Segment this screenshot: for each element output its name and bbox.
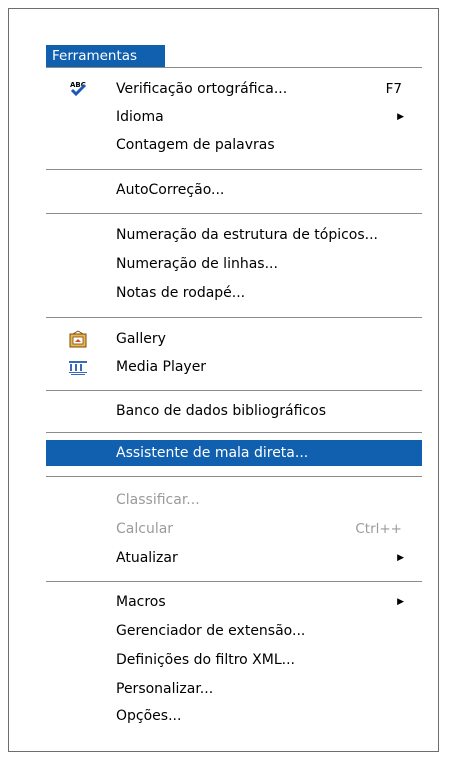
- dropdown-menu: ABC Verificação ortográfica... F7 Idioma…: [46, 67, 422, 724]
- menu-title-ferramentas[interactable]: Ferramentas: [46, 45, 165, 67]
- menu-item-label: Personalizar...: [116, 681, 214, 697]
- menu-separator: [46, 476, 422, 477]
- menu-item-bibliography-db[interactable]: Banco de dados bibliográficos: [46, 399, 422, 423]
- menu-separator: [46, 432, 422, 433]
- menu-separator: [46, 581, 422, 582]
- menu-item-label: Notas de rodapé...: [116, 285, 246, 301]
- menu-item-label: Macros: [116, 594, 166, 610]
- menu-item-label: Definições do filtro XML...: [116, 652, 295, 668]
- menu-item-macros[interactable]: Macros ▶: [46, 590, 422, 614]
- menu-item-label: Numeração da estrutura de tópicos...: [116, 227, 379, 243]
- menu-item-footnotes[interactable]: Notas de rodapé...: [46, 281, 422, 305]
- menu-item-label: Banco de dados bibliográficos: [116, 403, 326, 419]
- menu-item-update[interactable]: Atualizar ▶: [46, 546, 422, 570]
- menu-item-gallery[interactable]: Gallery: [46, 327, 422, 351]
- media-player-icon: [68, 358, 88, 376]
- menu-separator: [46, 169, 422, 170]
- menu-item-label: AutoCorreção...: [116, 182, 225, 198]
- menu-item-label: Verificação ortográfica...: [116, 81, 288, 97]
- menu-item-label: Gallery: [116, 331, 166, 347]
- menu-item-calculate[interactable]: Calcular Ctrl++: [46, 517, 422, 541]
- menu-item-extension-manager[interactable]: Gerenciador de extensão...: [46, 619, 422, 643]
- menu-item-spellcheck[interactable]: ABC Verificação ortográfica... F7: [46, 77, 422, 101]
- submenu-arrow-icon: ▶: [397, 112, 404, 122]
- menu-item-media-player[interactable]: Media Player: [46, 355, 422, 379]
- menu-item-autocorrect[interactable]: AutoCorreção...: [46, 178, 422, 202]
- spellcheck-abc-icon: ABC: [68, 80, 88, 98]
- menu-item-mail-merge-wizard[interactable]: Assistente de mala direta...: [46, 440, 422, 466]
- menu-item-line-numbering[interactable]: Numeração de linhas...: [46, 252, 422, 276]
- menu-separator: [46, 317, 422, 318]
- menu-item-word-count[interactable]: Contagem de palavras: [46, 133, 422, 157]
- menu-item-label: Opções...: [116, 708, 182, 724]
- menu-separator: [46, 390, 422, 391]
- menu-item-sort[interactable]: Classificar...: [46, 488, 422, 512]
- menu-item-label: Atualizar: [116, 550, 178, 566]
- menu-item-label: Gerenciador de extensão...: [116, 623, 306, 639]
- menu-item-idioma[interactable]: Idioma ▶: [46, 105, 422, 129]
- menu-item-label: Media Player: [116, 359, 207, 375]
- submenu-arrow-icon: ▶: [397, 597, 404, 607]
- menu-item-label: Numeração de linhas...: [116, 256, 278, 272]
- menu-item-xml-filter-settings[interactable]: Definições do filtro XML...: [46, 648, 422, 672]
- menu-item-label: Classificar...: [116, 492, 200, 508]
- menu-item-label: Idioma: [116, 109, 164, 125]
- menu-item-customize[interactable]: Personalizar...: [46, 677, 422, 701]
- shortcut-label: F7: [385, 81, 402, 97]
- menu-item-label: Contagem de palavras: [116, 137, 275, 153]
- menu-separator: [46, 213, 422, 214]
- menu-item-options[interactable]: Opções...: [46, 704, 422, 728]
- shortcut-label: Ctrl++: [355, 521, 402, 537]
- gallery-icon: [68, 330, 88, 348]
- menu-item-outline-numbering[interactable]: Numeração da estrutura de tópicos...: [46, 223, 422, 247]
- menu-item-label: Calcular: [116, 521, 174, 537]
- menu-item-label: Assistente de mala direta...: [116, 445, 309, 461]
- submenu-arrow-icon: ▶: [397, 553, 404, 563]
